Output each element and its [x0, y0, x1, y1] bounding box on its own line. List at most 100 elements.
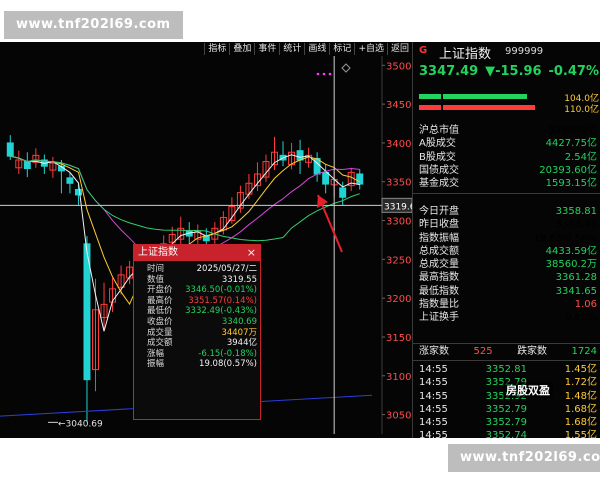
- y-tick-label: 3250: [386, 255, 411, 266]
- stat-value: 3358.81: [555, 206, 597, 217]
- popup-row-value: 2025/05/27/二: [196, 264, 257, 274]
- info-popup: 上证指数 × 时间 2025/05/27/二 数值 3319.55 开盘价 3346.50…: [133, 244, 261, 420]
- tick-row: 14:55 3352.79 1.68亿: [419, 416, 597, 429]
- index-code: 999999: [505, 46, 544, 57]
- popup-row-label: 最低价: [147, 306, 173, 317]
- event-dot: [328, 72, 332, 76]
- stat-row: 今日开盘 3358.81: [419, 205, 597, 218]
- stat-label: 最低指数: [419, 285, 459, 297]
- toolbar-indicator[interactable]: 指标: [204, 43, 229, 55]
- popup-row-label: 收盘价: [147, 316, 173, 327]
- popup-row: 最高价 3351.57(0.14%): [134, 296, 260, 307]
- stat-value: 1.06: [574, 299, 597, 311]
- tick-amount: 1.55亿: [564, 430, 597, 438]
- stat-row: 总成交额 4433.59亿: [419, 245, 597, 258]
- watermark-bottom: www.tnf202l69.com: [448, 444, 600, 472]
- stat-label: A股成交: [419, 138, 456, 150]
- stat-label: 最高指数: [419, 272, 459, 284]
- stat-row: 指数量比 1.06: [419, 298, 597, 311]
- stat-label: 国债成交: [419, 164, 459, 176]
- candle-body: [296, 150, 304, 161]
- tick-row: 14:55 3352.81 1.45亿: [419, 363, 597, 376]
- candle-body: [339, 187, 347, 198]
- watermark-top: www.tnf202l69.com: [4, 11, 183, 39]
- index-change: ▼-15.96: [485, 64, 542, 79]
- popup-row-value: 3944亿: [226, 338, 257, 349]
- crosshair-price: 3319.6: [384, 202, 412, 212]
- stat-label: 上证换手: [419, 312, 459, 324]
- stat-label: B股成交: [419, 151, 456, 163]
- close-icon[interactable]: ×: [247, 245, 256, 261]
- popup-row-label: 振幅: [147, 359, 165, 370]
- stat-row: 最低指数 3341.65: [419, 285, 597, 298]
- popup-row: 涨幅 -6.15(-0.18%): [134, 349, 260, 360]
- tick-time: 14:55: [419, 390, 448, 402]
- tick-time: 14:55: [419, 417, 448, 429]
- popup-row-value: 3346.50(-0.01%): [185, 285, 257, 296]
- stat-value: 3361.28: [555, 272, 597, 284]
- popup-row-value: 3319.55: [221, 274, 257, 285]
- fall-label: 跌家数: [517, 346, 548, 357]
- popup-row-value: 34407万: [221, 327, 257, 338]
- diamond-icon: [341, 63, 351, 73]
- toolbar-events[interactable]: 事件: [254, 43, 279, 55]
- y-tick-label: 3450: [386, 100, 411, 111]
- tick-row: 14:55 3352.74 1.55亿: [419, 429, 597, 438]
- tick-list[interactable]: 14:55 3352.81 1.45亿 14:55 3352.79 1.72亿 14:55 3…: [419, 363, 597, 438]
- stat-label: 基金成交: [419, 178, 459, 190]
- tick-time: 14:55: [419, 430, 448, 438]
- popup-row: 数值 3319.55: [134, 275, 260, 286]
- tick-price: 3352.79: [485, 403, 527, 415]
- flow-bars: 104.0亿 110.0亿: [419, 94, 599, 116]
- popup-row-value: 3340.69: [221, 316, 257, 327]
- stat-row: 基金成交 1593.15亿: [419, 177, 597, 190]
- tick-amount: 1.68亿: [564, 403, 597, 415]
- toolbar-back[interactable]: 返回: [386, 43, 412, 55]
- flag-badge: G: [419, 45, 428, 56]
- popup-title-text: 上证指数: [138, 247, 178, 258]
- tick-time: 14:55: [419, 377, 448, 389]
- tick-amount: 1.48亿: [564, 390, 597, 402]
- popup-row: 时间 2025/05/27/二: [134, 264, 260, 275]
- popup-row-label: 数值: [147, 274, 165, 285]
- toolbar-stats[interactable]: 统计: [279, 43, 304, 55]
- y-tick-label: 3050: [386, 411, 411, 422]
- stat-label: 沪总市值: [419, 125, 459, 136]
- inflow-bar: 104.0亿: [419, 94, 599, 104]
- candle-body: [23, 161, 31, 170]
- stat-value: 38560.2万: [545, 259, 597, 271]
- stat-value: 3363.45: [555, 219, 597, 231]
- stat-value: 1593.15亿: [545, 178, 597, 190]
- y-tick-label: 3150: [386, 333, 411, 344]
- candle-body: [6, 142, 14, 157]
- popup-row-label: 开盘价: [147, 285, 173, 296]
- stat-value: 528049亿: [548, 125, 597, 136]
- tick-price: 3352.74: [485, 430, 527, 438]
- stat-row: B股成交 2.54亿: [419, 151, 597, 164]
- toolbar-add-watchlist[interactable]: +自选: [354, 43, 387, 55]
- toolbar-draw-line[interactable]: 画线: [304, 43, 329, 55]
- stat-label: 指数量比: [419, 299, 459, 311]
- stat-value: 4433.59亿: [545, 245, 597, 257]
- y-tick-label: 3400: [386, 139, 411, 150]
- candle-body: [74, 189, 82, 196]
- stat-value: 19.63/0.58%: [533, 232, 597, 244]
- toolbar-mark[interactable]: 标记: [329, 43, 354, 55]
- stat-row: 指数振幅 19.63/0.58%: [419, 232, 597, 245]
- popup-row-label: 涨幅: [147, 348, 165, 359]
- stat-row: 最高指数 3361.28: [419, 271, 597, 284]
- toolbar-overlay[interactable]: 叠加: [229, 43, 254, 55]
- tick-time: 14:55: [419, 403, 448, 415]
- popup-row: 最低价 3332.49(-0.43%): [134, 306, 260, 317]
- fall-count: 1724: [571, 346, 597, 357]
- popup-row-value: 3351.57(0.14%): [188, 295, 257, 306]
- popup-row-value: -6.15(-0.18%): [198, 348, 257, 359]
- candle-body: [66, 177, 74, 184]
- stat-value: 0.82%: [565, 312, 597, 324]
- stat-label: 今日开盘: [419, 206, 459, 217]
- index-price: 3347.49: [419, 64, 479, 79]
- y-tick-label: 3100: [386, 372, 411, 383]
- panel-header: G 上证指数 999999: [413, 42, 600, 62]
- tick-time: 14:55: [419, 364, 448, 375]
- stat-row: 国债成交 20393.60亿: [419, 164, 597, 177]
